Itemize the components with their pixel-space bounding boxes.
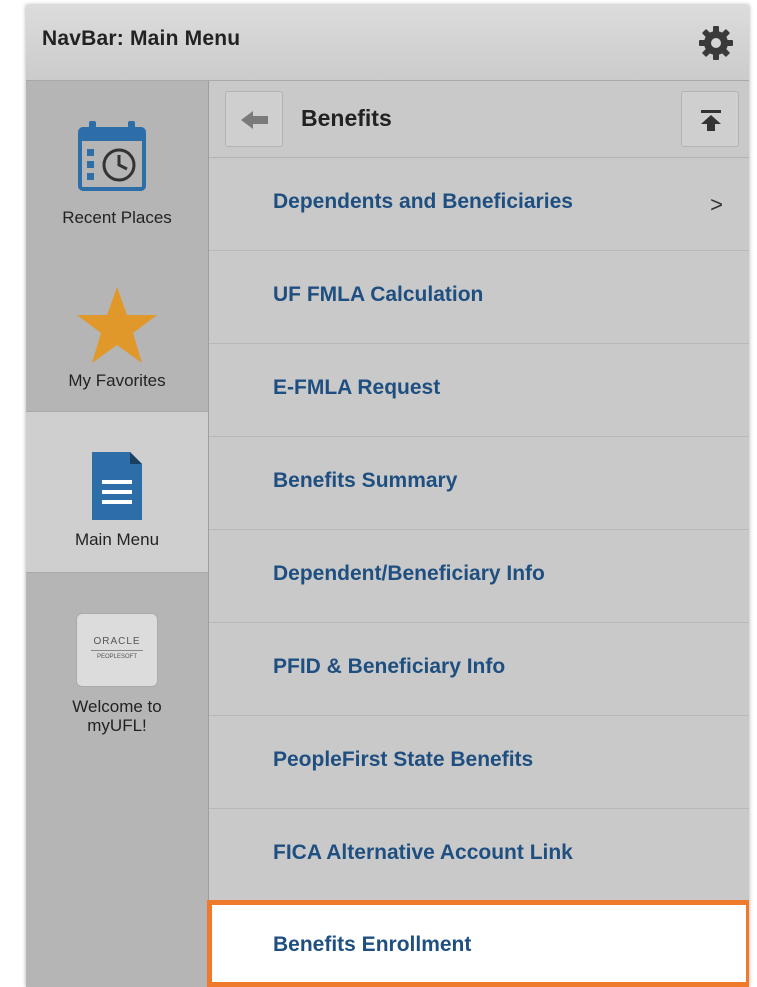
menu-item-label: Benefits Summary (273, 469, 458, 492)
document-icon (92, 452, 142, 520)
logo-text-oracle: ORACLE (93, 636, 141, 647)
menu-item-benefits-enrollment[interactable]: Benefits Enrollment (207, 900, 749, 987)
scroll-to-top-icon (701, 110, 721, 131)
navbar-header: NavBar: Main Menu (26, 5, 749, 81)
back-button[interactable] (225, 91, 283, 147)
chevron-right-icon: > (710, 192, 723, 217)
menu-item-label: Benefits Enrollment (273, 933, 472, 956)
menu-item-e-fmla-request[interactable]: E-FMLA Request (209, 344, 749, 437)
menu-item-peoplefirst-state-benefits[interactable]: PeopleFirst State Benefits (209, 716, 749, 809)
page-title: Benefits (301, 105, 392, 131)
menu-item-label: UF FMLA Calculation (273, 283, 484, 306)
oracle-peoplesoft-logo: ORACLE PEOPLESOFT (76, 613, 158, 687)
menu-item-dependent-beneficiary-info[interactable]: Dependent/Beneficiary Info (209, 530, 749, 623)
sidebar-item-label: Main Menu (74, 530, 160, 549)
navbar-title: NavBar: Main Menu (42, 27, 241, 50)
navbar-panel: NavBar: Main Menu Recent Places My Favor… (26, 5, 749, 987)
navbar-sidebar: Recent Places My Favorites Main Menu ORA… (26, 81, 209, 987)
menu-item-uf-fmla-calculation[interactable]: UF FMLA Calculation (209, 251, 749, 344)
scroll-to-top-button[interactable] (681, 91, 739, 147)
logo-text-peoplesoft: PEOPLESOFT (96, 654, 137, 660)
menu-item-label: FICA Alternative Account Link (273, 841, 573, 864)
menu-item-label: Dependents and Beneficiaries (273, 190, 573, 213)
sidebar-item-recent-places[interactable]: Recent Places (26, 81, 208, 247)
calendar-clock-icon (78, 121, 146, 191)
sidebar-item-label: Recent Places (62, 208, 172, 227)
sidebar-item-label: Welcome to myUFL! (72, 697, 162, 735)
sidebar-item-my-favorites[interactable]: My Favorites (26, 247, 208, 411)
menu-subheader: Benefits (209, 81, 749, 158)
sidebar-item-main-menu[interactable]: Main Menu (26, 411, 208, 573)
menu-item-fica-alternative-account-link[interactable]: FICA Alternative Account Link (209, 809, 749, 902)
menu-item-label: E-FMLA Request (273, 376, 441, 399)
menu-item-label: PFID & Beneficiary Info (273, 655, 506, 678)
menu-item-dependents-and-beneficiaries[interactable]: Dependents and Beneficiaries > (209, 158, 749, 251)
star-icon (77, 287, 157, 363)
sidebar-item-label: My Favorites (68, 371, 166, 390)
menu-item-pfid-beneficiary-info[interactable]: PFID & Beneficiary Info (209, 623, 749, 716)
back-arrow-icon (241, 111, 268, 129)
menu-item-label: PeopleFirst State Benefits (273, 748, 534, 771)
menu-item-label: Dependent/Beneficiary Info (273, 562, 545, 585)
main-menu-content: Benefits Dependents and Beneficiaries > … (207, 81, 749, 987)
sidebar-item-welcome[interactable]: ORACLE PEOPLESOFT Welcome to myUFL! (26, 573, 208, 753)
menu-item-benefits-summary[interactable]: Benefits Summary (209, 437, 749, 530)
gear-icon[interactable] (696, 23, 736, 63)
